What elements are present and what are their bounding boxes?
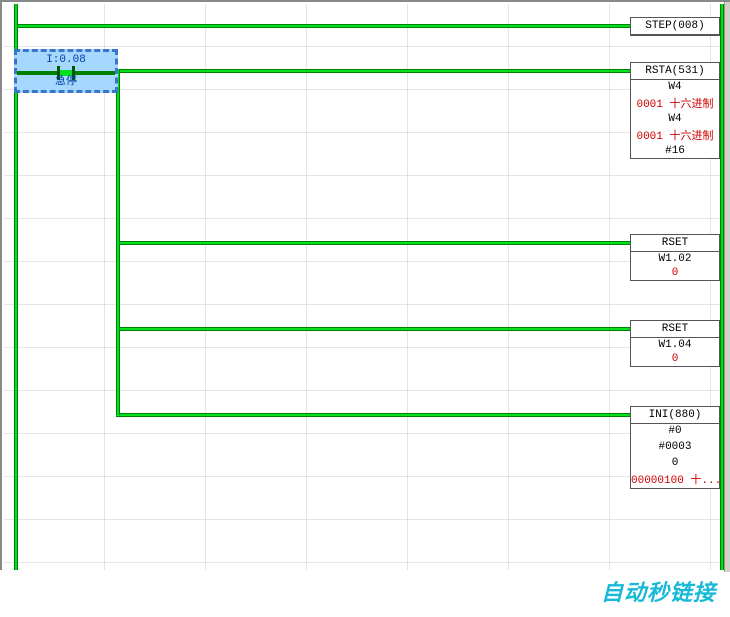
instruction-operand: W4 [631,112,719,126]
contact-estop[interactable]: I:0.08 急停 [14,49,118,93]
rung-wire-rset1 [116,241,630,245]
instruction-operand: #0 [631,424,719,438]
instruction-rsta[interactable]: RSTA(531)W40001 十六进制W40001 十六进制#16 [630,62,720,159]
instruction-operand: 0001 十六进制 [631,94,719,112]
instruction-step[interactable]: STEP(008) [630,17,720,36]
instruction-header: RSET [631,235,719,252]
rung-wire-rset2 [116,327,630,331]
rung-wire-step [18,24,630,28]
branch-riser [116,69,120,415]
rung-wire-ini [116,413,630,417]
ladder-canvas[interactable]: STEP(008)RSTA(531)W40001 十六进制W40001 十六进制… [4,4,726,570]
instruction-operand: W4 [631,80,719,94]
contact-comment: 急停 [17,72,115,88]
instruction-operand: 0001 十六进制 [631,126,719,144]
ladder-frame: STEP(008)RSTA(531)W40001 十六进制W40001 十六进制… [0,0,730,570]
instruction-header: RSET [631,321,719,338]
instruction-header: RSTA(531) [631,63,719,80]
instruction-operand: W1.02 [631,252,719,266]
instruction-operand: 0 [631,266,719,280]
vertical-scrollbar[interactable] [724,2,730,572]
instruction-ini[interactable]: INI(880)#0 #0003 000000100 十... [630,406,720,489]
instruction-header: INI(880) [631,407,719,424]
instruction-operand: 00000100 十... [631,470,719,488]
instruction-header: STEP(008) [631,18,719,35]
instruction-rset1[interactable]: RSETW1.020 [630,234,720,281]
instruction-operand: #16 [631,144,719,158]
instruction-rset2[interactable]: RSETW1.040 [630,320,720,367]
instruction-operand: #0003 [631,440,719,454]
contact-address: I:0.08 [17,54,115,66]
instruction-operand: 0 [631,456,719,470]
instruction-operand: W1.04 [631,338,719,352]
watermark-text: 自动秒链接 [601,575,716,607]
instruction-operand: 0 [631,352,719,366]
